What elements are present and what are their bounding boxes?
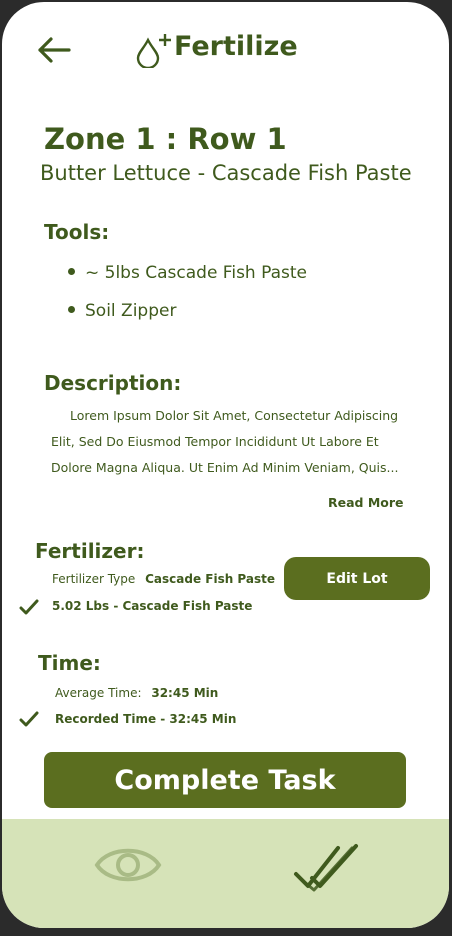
tool-item-label: Soil Zipper [85,301,177,321]
bullet [68,267,75,275]
fertilizer-type-row: Fertilizer Type Cascade Fish Paste [52,572,275,586]
double-check-icon[interactable] [292,840,364,896]
eye-icon[interactable] [94,840,162,890]
recorded-time: Recorded Time - 32:45 Min [55,712,237,726]
description-line: Lorem Ipsum Dolor Sit Amet, Consectetur … [70,408,399,423]
page-title: Fertilize [174,31,298,62]
bullet [68,305,75,313]
zone-title: Zone 1 : Row 1 [44,122,287,156]
tool-item: ~ 5lbs Cascade Fish Paste [68,263,307,283]
time-heading: Time: [38,651,101,675]
description-line: Dolore Magna Aliqua. Ut Enim Ad Minim Ve… [51,460,399,475]
description-heading: Description: [44,371,182,395]
fertilizer-recorded: 5.02 Lbs - Cascade Fish Paste [52,599,253,613]
tool-item-label: ~ 5lbs Cascade Fish Paste [85,263,307,283]
arrow-left-icon[interactable] [36,36,72,64]
average-time-value: 32:45 Min [151,686,219,700]
fertilizer-type-label: Fertilizer Type [52,572,136,586]
fertilizer-heading: Fertilizer: [35,539,145,563]
zone-subtitle: Butter Lettuce - Cascade Fish Paste [40,161,412,185]
edit-lot-button[interactable]: Edit Lot [284,557,430,600]
complete-task-button[interactable]: Complete Task [44,752,406,808]
phone-screen: Fertilize Zone 1 : Row 1 Butter Lettuce … [2,2,449,928]
average-time-label: Average Time: [55,686,142,700]
tool-item: Soil Zipper [68,301,176,321]
read-more-link[interactable]: Read More [328,495,404,510]
bottom-nav [2,819,449,928]
fertilizer-type-value: Cascade Fish Paste [145,572,276,586]
check-icon [19,711,39,727]
average-time-row: Average Time: 32:45 Min [55,686,218,700]
check-icon [19,599,39,615]
description-line: Elit, Sed Do Eiusmod Tempor Incididunt U… [51,434,379,449]
tools-heading: Tools: [44,220,110,244]
droplet-plus-icon [136,34,171,68]
